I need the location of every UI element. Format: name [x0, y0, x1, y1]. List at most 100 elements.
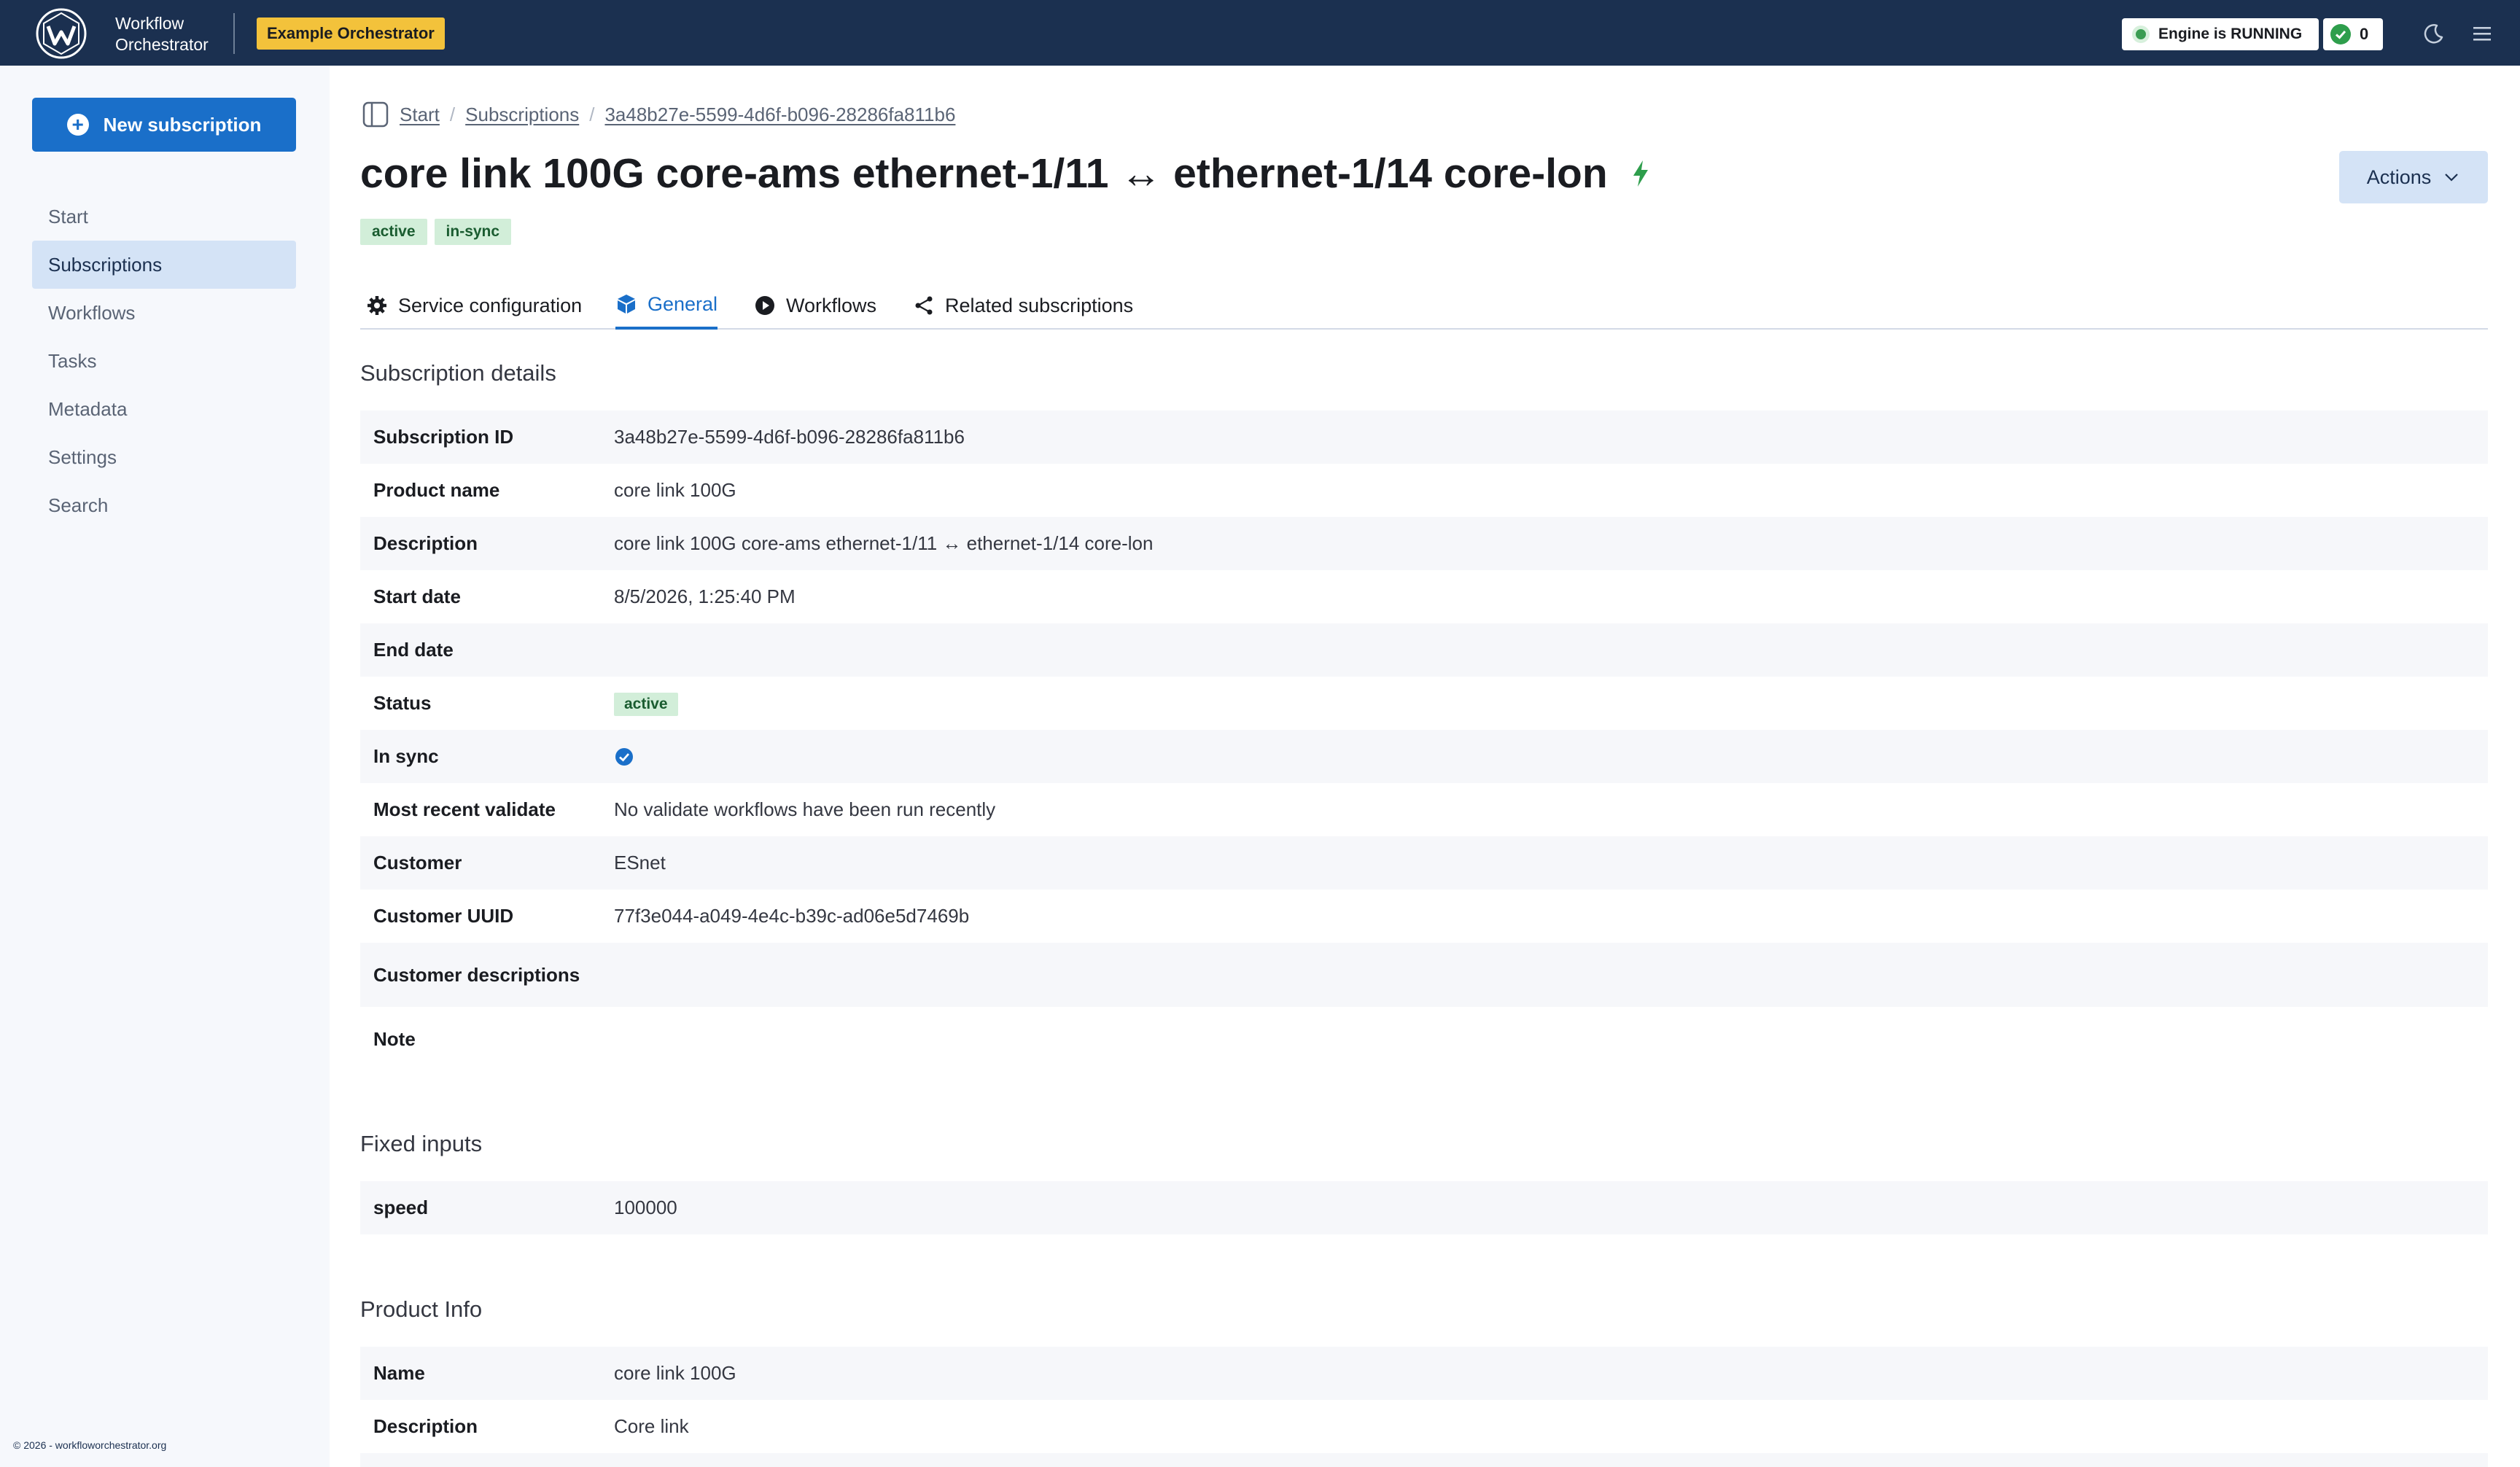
table-row: speed 100000: [360, 1181, 2488, 1234]
actions-button[interactable]: Actions: [2339, 151, 2488, 203]
subscription-details-table: Subscription ID 3a48b27e-5599-4d6f-b096-…: [360, 410, 2488, 1071]
row-value: active: [614, 691, 678, 716]
plus-circle-icon: +: [66, 114, 89, 136]
top-bar: Workflow Orchestrator Example Orchestrat…: [0, 0, 2520, 66]
table-row: [360, 1453, 2488, 1467]
row-value: core link 100G: [614, 479, 736, 501]
new-subscription-button[interactable]: + New subscription: [32, 98, 296, 152]
play-icon: [755, 296, 774, 315]
workflow-orchestrator-logo[interactable]: [35, 7, 88, 60]
row-value: ESnet: [614, 852, 666, 873]
row-key: End date: [373, 639, 454, 661]
table-row: Most recent validate No validate workflo…: [360, 783, 2488, 836]
row-key: speed: [373, 1196, 429, 1218]
breadcrumb: Start / Subscriptions / 3a48b27e-5599-4d…: [400, 102, 955, 127]
row-key: Note: [373, 1027, 416, 1050]
breadcrumb-start[interactable]: Start: [400, 104, 440, 126]
row-key: Customer descriptions: [373, 963, 580, 986]
environment-badge: Example Orchestrator: [257, 17, 445, 50]
sidebar-item-search[interactable]: Search: [32, 481, 296, 529]
table-row: Description Core link: [360, 1400, 2488, 1453]
row-key: Product name: [373, 479, 500, 501]
status-badge-active: active: [360, 219, 427, 245]
tab-bar: Service configuration General Workflows …: [360, 281, 2488, 330]
row-value: core link 100G: [614, 1362, 736, 1384]
status-dot-icon: [2132, 26, 2150, 43]
app-name: Workflow Orchestrator: [115, 13, 209, 55]
product-info-heading: Product Info: [360, 1296, 483, 1322]
breadcrumb-separator: /: [589, 103, 595, 125]
moon-icon[interactable]: [2422, 22, 2446, 45]
table-row: Note: [360, 1007, 2488, 1071]
sidebar-item-settings[interactable]: Settings: [32, 433, 296, 481]
tab-service-configuration[interactable]: Service configuration: [366, 281, 582, 330]
sidebar-item-subscriptions[interactable]: Subscriptions: [32, 241, 296, 289]
row-value: [614, 747, 634, 767]
tab-related-subscriptions-label: Related subscriptions: [945, 294, 1134, 316]
app-name-line1: Workflow: [115, 14, 184, 33]
row-key: Description: [373, 1415, 478, 1437]
subscription-details-heading: Subscription details: [360, 360, 556, 386]
table-row: Product name core link 100G: [360, 464, 2488, 517]
row-value: No validate workflows have been run rece…: [614, 798, 996, 820]
app-name-line2: Orchestrator: [115, 35, 209, 54]
engine-status-badge[interactable]: Engine is RUNNING: [2122, 18, 2319, 50]
chevron-down-icon: [2445, 174, 2459, 182]
hamburger-menu-icon[interactable]: [2470, 22, 2494, 45]
tab-workflows[interactable]: Workflows: [754, 281, 876, 330]
breadcrumb-separator: /: [449, 103, 456, 125]
table-row: End date: [360, 623, 2488, 677]
header-divider: [233, 13, 235, 54]
row-key: Customer UUID: [373, 905, 514, 927]
gear-icon: [368, 296, 386, 315]
check-circle-icon: [2330, 24, 2351, 44]
table-row: Customer UUID 77f3e044-a049-4e4c-b39c-ad…: [360, 890, 2488, 943]
breadcrumb-subscriptions[interactable]: Subscriptions: [465, 104, 579, 126]
footer-copyright[interactable]: © 2026 - workfloworchestrator.org: [13, 1439, 166, 1451]
fixed-inputs-heading: Fixed inputs: [360, 1131, 483, 1156]
sidebar-item-workflows[interactable]: Workflows: [32, 289, 296, 337]
tab-related-subscriptions[interactable]: Related subscriptions: [913, 281, 1133, 330]
actions-label: Actions: [2366, 166, 2432, 188]
row-value: Core link: [614, 1415, 689, 1437]
fixed-inputs-table: speed 100000: [360, 1181, 2488, 1234]
tab-service-configuration-label: Service configuration: [398, 294, 583, 316]
task-count-badge[interactable]: 0: [2323, 18, 2383, 50]
status-badge: active: [614, 692, 678, 716]
tab-workflows-label: Workflows: [786, 294, 877, 316]
page-title: core link 100G core-ams ethernet-1/11 ↔ …: [360, 150, 1608, 197]
new-subscription-label: New subscription: [103, 113, 262, 136]
tab-general-label: General: [648, 292, 718, 315]
tab-general[interactable]: General: [615, 281, 718, 330]
status-badges: active in-sync: [360, 219, 512, 245]
table-row: Subscription ID 3a48b27e-5599-4d6f-b096-…: [360, 410, 2488, 464]
row-key: Customer: [373, 852, 462, 873]
lightning-bolt-icon[interactable]: [1628, 159, 1654, 188]
sidebar-toggle-icon[interactable]: [362, 101, 389, 128]
row-value: 77f3e044-a049-4e4c-b39c-ad06e5d7469b: [614, 905, 970, 927]
task-count-value: 0: [2360, 25, 2369, 43]
row-key: Most recent validate: [373, 798, 556, 820]
table-row: Description core link 100G core-ams ethe…: [360, 517, 2488, 570]
table-row: Start date 8/5/2026, 1:25:40 PM: [360, 570, 2488, 623]
share-icon: [915, 296, 933, 315]
check-circle-icon: [615, 747, 633, 766]
table-row: Customer ESnet: [360, 836, 2488, 890]
sidebar-item-metadata[interactable]: Metadata: [32, 385, 296, 433]
row-value: core link 100G core-ams ethernet-1/11 ↔ …: [614, 532, 1154, 554]
row-key: In sync: [373, 745, 439, 767]
sidebar: + New subscription Start Subscriptions W…: [0, 66, 330, 1467]
status-badge-in-sync: in-sync: [434, 219, 512, 245]
sidebar-item-start[interactable]: Start: [32, 192, 296, 241]
breadcrumb-subscription-id[interactable]: 3a48b27e-5599-4d6f-b096-28286fa811b6: [604, 104, 955, 126]
table-row: Status active: [360, 677, 2488, 730]
row-value: 8/5/2026, 1:25:40 PM: [614, 585, 796, 607]
cube-icon: [618, 295, 635, 314]
product-info-table: Name core link 100G Description Core lin…: [360, 1347, 2488, 1467]
row-value: 100000: [614, 1196, 677, 1218]
row-key: Subscription ID: [373, 426, 514, 448]
row-key: Name: [373, 1362, 425, 1384]
sidebar-item-tasks[interactable]: Tasks: [32, 337, 296, 385]
table-row: Customer descriptions: [360, 943, 2488, 1007]
engine-status-text: Engine is RUNNING: [2158, 26, 2303, 42]
